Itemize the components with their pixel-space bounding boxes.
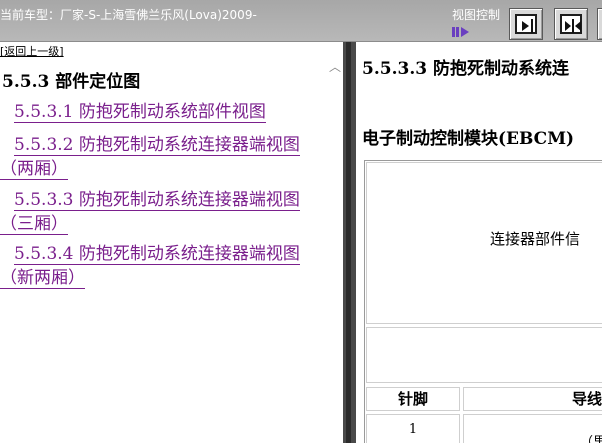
slider-icon[interactable] bbox=[452, 26, 470, 38]
back-link[interactable]: [返回上一级] bbox=[0, 43, 64, 59]
section-title: 5.5.3 部件定位图 bbox=[2, 72, 141, 92]
view-control-label: 视图控制 bbox=[452, 8, 501, 22]
toc-link-label: 5.5.3.2 防抱死制动系统连接器端视图（两厢） bbox=[0, 135, 300, 180]
splitter-handle[interactable] bbox=[346, 42, 351, 443]
top-toolbar: 当前车型：厂家-S-上海雪佛兰乐风(Lova)2009- 视图控制 bbox=[0, 0, 602, 42]
toc-pane[interactable]: [返回上一级] ︿ 5.5.3 部件定位图 5.5.3.1 防抱死制动系统部件视… bbox=[0, 42, 343, 443]
toc-link-label: 5.5.3.1 防抱死制动系统部件视图 bbox=[14, 102, 266, 123]
scroll-up-icon[interactable]: ︿ bbox=[329, 58, 341, 75]
split-view-button[interactable] bbox=[554, 8, 588, 40]
wire-cell: （里 bbox=[463, 414, 602, 443]
toc-link-5-5-3-4[interactable]: 5.5.3.4 防抱死制动系统连接器端视图（新两厢） bbox=[0, 242, 330, 290]
expand-right-button[interactable] bbox=[509, 8, 543, 40]
pin-cell: 1 bbox=[366, 414, 460, 443]
toc-link-label: 5.5.3.4 防抱死制动系统连接器端视图（新两厢） bbox=[0, 244, 300, 289]
connector-table: 针脚 导线 1 （里 bbox=[364, 160, 602, 443]
current-car-model: 当前车型：厂家-S-上海雪佛兰乐风(Lova)2009- bbox=[0, 8, 257, 22]
pin-header: 针脚 bbox=[366, 387, 460, 411]
toc-link-5-5-3-1[interactable]: 5.5.3.1 防抱死制动系统部件视图 bbox=[14, 100, 334, 124]
document-title: 5.5.3.3 防抱死制动系统连 bbox=[362, 59, 569, 79]
expand-right-icon bbox=[515, 14, 537, 34]
split-view-icon bbox=[560, 14, 582, 34]
connector-info-label: 连接器部件信 bbox=[490, 230, 581, 248]
wire-header: 导线 bbox=[463, 387, 602, 411]
module-title: 电子制动控制模块(EBCM) bbox=[362, 129, 575, 149]
toc-link-5-5-3-2[interactable]: 5.5.3.2 防抱死制动系统连接器端视图（两厢） bbox=[0, 133, 330, 181]
toc-link-5-5-3-3[interactable]: 5.5.3.3 防抱死制动系统连接器端视图（三厢） bbox=[0, 188, 330, 236]
expand-left-button[interactable] bbox=[597, 8, 602, 40]
content-pane[interactable]: 5.5.3.3 防抱死制动系统连 电子制动控制模块(EBCM) 针脚 导线 1 … bbox=[356, 42, 602, 443]
connector-info-cell bbox=[366, 327, 602, 383]
toc-link-label: 5.5.3.3 防抱死制动系统连接器端视图（三厢） bbox=[0, 190, 300, 235]
